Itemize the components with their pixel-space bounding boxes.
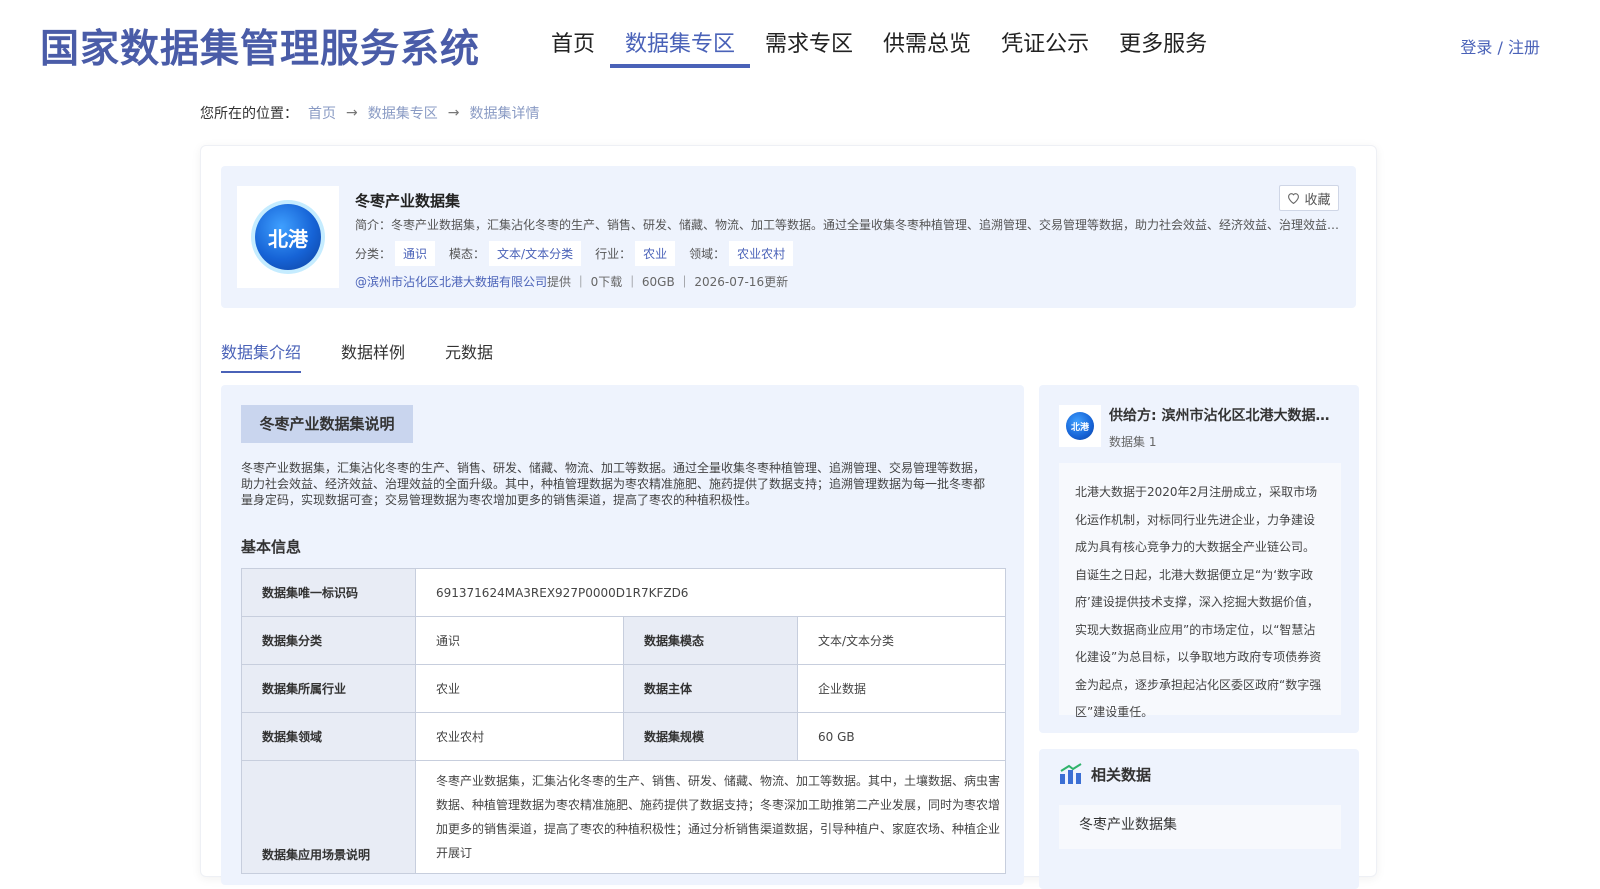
favorite-button[interactable]: 收藏 xyxy=(1279,185,1339,211)
nav-dataset-zone[interactable]: 数据集专区 xyxy=(610,0,751,68)
dataset-meta-stats: 提供 ｜ 0下载 ｜ 60GB ｜ 2026-07-16更新 xyxy=(547,275,789,289)
arrow-right-icon: → xyxy=(447,105,460,121)
tab-dataset-intro[interactable]: 数据集介绍 xyxy=(221,339,302,373)
uid-label: 数据集唯一标识码 xyxy=(241,568,416,617)
auth-separator: / xyxy=(1492,38,1508,57)
subject-value: 企业数据 xyxy=(796,664,1007,713)
auth-links: 登录 / 注册 xyxy=(1460,34,1540,58)
tab-metadata[interactable]: 元数据 xyxy=(445,339,493,373)
provider-logo: 北港 xyxy=(1059,405,1101,447)
dataset-title: 冬枣产业数据集 xyxy=(355,192,461,210)
basic-info-table: 数据集唯一标识码 691371624MA3REX927P0000D1R7KFZD… xyxy=(241,568,1007,874)
tag-domain[interactable]: 农业农村 xyxy=(729,241,794,266)
provider-name[interactable]: 供给方: 滨州市沾化区北港大数据有限公司 xyxy=(1109,405,1341,425)
arrow-right-icon: → xyxy=(346,105,358,121)
related-data-item[interactable]: 冬枣产业数据集 xyxy=(1059,805,1341,849)
bar-chart-icon xyxy=(1060,763,1082,784)
dataset-intro-panel: 冬枣产业数据集说明 冬枣产业数据集，汇集沾化冬枣的生产、销售、研发、储藏、物流、… xyxy=(221,385,1024,885)
dataset-detail-card: 北港 冬枣产业数据集 收藏 简介：冬枣产业数据集，汇集沾化冬枣的生产、销售、研发… xyxy=(200,145,1377,889)
beigang-logo-icon: 北港 xyxy=(1066,412,1094,440)
nav-demand-zone[interactable]: 需求专区 xyxy=(750,0,868,68)
industry-label: 数据集所属行业 xyxy=(241,664,416,713)
basic-info-title: 基本信息 xyxy=(241,538,302,556)
site-title[interactable]: 国家数据集管理服务系统 xyxy=(40,18,480,74)
tag-modality[interactable]: 文本/文本分类 xyxy=(489,241,582,266)
provider-link[interactable]: @滨州市沾化区北港大数据有限公司 xyxy=(355,275,547,289)
dataset-logo: 北港 xyxy=(237,186,339,288)
tag-industry[interactable]: 农业 xyxy=(635,241,676,266)
breadcrumb-dataset-zone[interactable]: 数据集专区 xyxy=(368,103,438,123)
detail-tabs: 数据集介绍 数据样例 元数据 xyxy=(221,339,493,373)
category-label: 数据集分类 xyxy=(241,616,416,665)
favorite-label: 收藏 xyxy=(1304,192,1331,208)
category-value: 通识 xyxy=(415,616,624,665)
breadcrumb-home[interactable]: 首页 xyxy=(308,103,336,123)
uid-value: 691371624MA3REX927P0000D1R7KFZD6 xyxy=(414,568,1007,617)
provider-card: 北港 供给方: 滨州市沾化区北港大数据有限公司 数据集 1 北港大数据于2020… xyxy=(1039,385,1359,733)
subject-label: 数据主体 xyxy=(623,664,798,713)
domain-label: 数据集领域 xyxy=(241,712,416,761)
breadcrumb: 您所在的位置： 首页 → 数据集专区 → 数据集详情 xyxy=(200,103,539,123)
scale-value: 60 GB xyxy=(796,712,1007,761)
breadcrumb-dataset-detail[interactable]: 数据集详情 xyxy=(469,103,539,123)
tab-data-sample[interactable]: 数据样例 xyxy=(341,339,405,373)
tag-label-modality: 模态： xyxy=(449,247,486,261)
register-link[interactable]: 注册 xyxy=(1508,38,1540,57)
provider-dataset-count: 数据集 1 xyxy=(1109,435,1157,449)
industry-value: 农业 xyxy=(415,664,624,713)
dataset-tags: 分类： 通识 模态： 文本/文本分类 行业： 农业 领域： 农业农村 xyxy=(355,241,807,266)
table-row: 数据集唯一标识码 691371624MA3REX927P0000D1R7KFZD… xyxy=(241,568,1007,617)
table-row: 数据集分类 通识 数据集模态 文本/文本分类 xyxy=(241,616,1007,665)
dataset-summary: 北港 冬枣产业数据集 收藏 简介：冬枣产业数据集，汇集沾化冬枣的生产、销售、研发… xyxy=(221,166,1356,308)
related-data-header: 相关数据 xyxy=(1059,763,1151,785)
table-row: 数据集所属行业 农业 数据主体 企业数据 xyxy=(241,664,1007,713)
nav-certificate-publicity[interactable]: 凭证公示 xyxy=(986,0,1104,68)
modality-value: 文本/文本分类 xyxy=(796,616,1007,665)
modality-label: 数据集模态 xyxy=(623,616,798,665)
provider-description: 北港大数据于2020年2月注册成立，采取市场化运作机制，对标同行业先进企业，力争… xyxy=(1059,463,1341,719)
nav-more-services[interactable]: 更多服务 xyxy=(1104,0,1222,68)
scale-label: 数据集规模 xyxy=(623,712,798,761)
domain-value: 农业农村 xyxy=(415,712,624,761)
related-data-title: 相关数据 xyxy=(1091,765,1152,784)
header: 国家数据集管理服务系统 首页 数据集专区 需求专区 供需总览 凭证公示 更多服务… xyxy=(0,0,1600,90)
dataset-intro: 简介：冬枣产业数据集，汇集沾化冬枣的生产、销售、研发、储藏、物流、加工等数据。通… xyxy=(355,218,1345,232)
tag-category[interactable]: 通识 xyxy=(395,241,436,266)
tag-label-category: 分类： xyxy=(355,247,392,261)
tag-label-industry: 行业： xyxy=(595,247,632,261)
section-title: 冬枣产业数据集说明 xyxy=(241,405,413,443)
related-data-card: 相关数据 冬枣产业数据集 xyxy=(1039,749,1359,889)
dataset-meta: @滨州市沾化区北港大数据有限公司提供 ｜ 0下载 ｜ 60GB ｜ 2026-0… xyxy=(355,273,788,290)
main-nav: 首页 数据集专区 需求专区 供需总览 凭证公示 更多服务 xyxy=(536,0,1222,68)
table-row: 数据集领域 农业农村 数据集规模 60 GB xyxy=(241,712,1007,761)
dataset-description: 冬枣产业数据集，汇集沾化冬枣的生产、销售、研发、储藏、物流、加工等数据。通过全量… xyxy=(241,461,986,507)
login-link[interactable]: 登录 xyxy=(1460,38,1492,57)
beigang-logo-icon: 北港 xyxy=(255,204,321,270)
tag-label-domain: 领域： xyxy=(689,247,726,261)
nav-supply-demand-overview[interactable]: 供需总览 xyxy=(868,0,986,68)
breadcrumb-prefix: 您所在的位置： xyxy=(200,106,298,122)
nav-home[interactable]: 首页 xyxy=(536,0,610,68)
heart-icon xyxy=(1288,193,1300,204)
